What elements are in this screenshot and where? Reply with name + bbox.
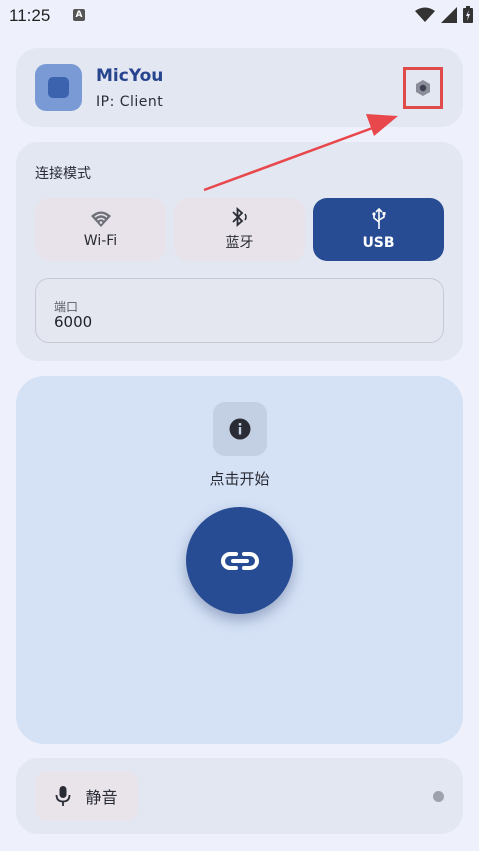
mode-bluetooth-label: 蓝牙 (225, 235, 254, 251)
wifi-icon (415, 7, 435, 22)
notification-badge-icon: A (73, 9, 85, 21)
port-field[interactable]: 端口 6000 (35, 278, 444, 343)
mode-usb-button[interactable]: USB (313, 198, 444, 261)
app-logo-icon (35, 64, 82, 111)
wifi-icon (90, 211, 111, 227)
connection-mode-label: 连接模式 (35, 166, 91, 182)
info-button[interactable] (213, 402, 267, 456)
settings-button[interactable] (403, 67, 443, 109)
mute-label: 静音 (85, 788, 118, 807)
status-bar: 11:25 A (0, 0, 479, 34)
battery-icon (463, 6, 473, 23)
usb-icon (371, 208, 385, 229)
port-input[interactable]: 6000 (54, 313, 92, 331)
status-time: 11:25 (9, 6, 51, 25)
mode-wifi-button[interactable]: Wi-Fi (35, 198, 166, 261)
microphone-icon (56, 786, 71, 806)
mute-button[interactable]: 静音 (35, 771, 138, 821)
info-icon (229, 418, 251, 440)
signal-icon (441, 6, 457, 23)
link-icon (220, 551, 259, 570)
connection-status-dot (433, 791, 444, 802)
ip-text: IP: Client (96, 94, 164, 110)
bottom-card: 静音 (16, 758, 463, 834)
hexagon-settings-icon (416, 80, 430, 96)
mode-wifi-label: Wi-Fi (83, 233, 118, 249)
mode-bluetooth-button[interactable]: 蓝牙 (174, 198, 305, 261)
mode-usb-label: USB (362, 235, 395, 251)
connect-button[interactable] (186, 507, 293, 614)
connection-mode-card: 连接模式 Wi-Fi 蓝牙 USB 端口 6000 (16, 142, 463, 361)
start-hint-text: 点击开始 (209, 470, 270, 488)
main-card: 点击开始 (16, 376, 463, 744)
app-title: MicYou (96, 66, 164, 86)
app-header-card: MicYou IP: Client (16, 48, 463, 127)
bluetooth-icon (231, 207, 247, 227)
